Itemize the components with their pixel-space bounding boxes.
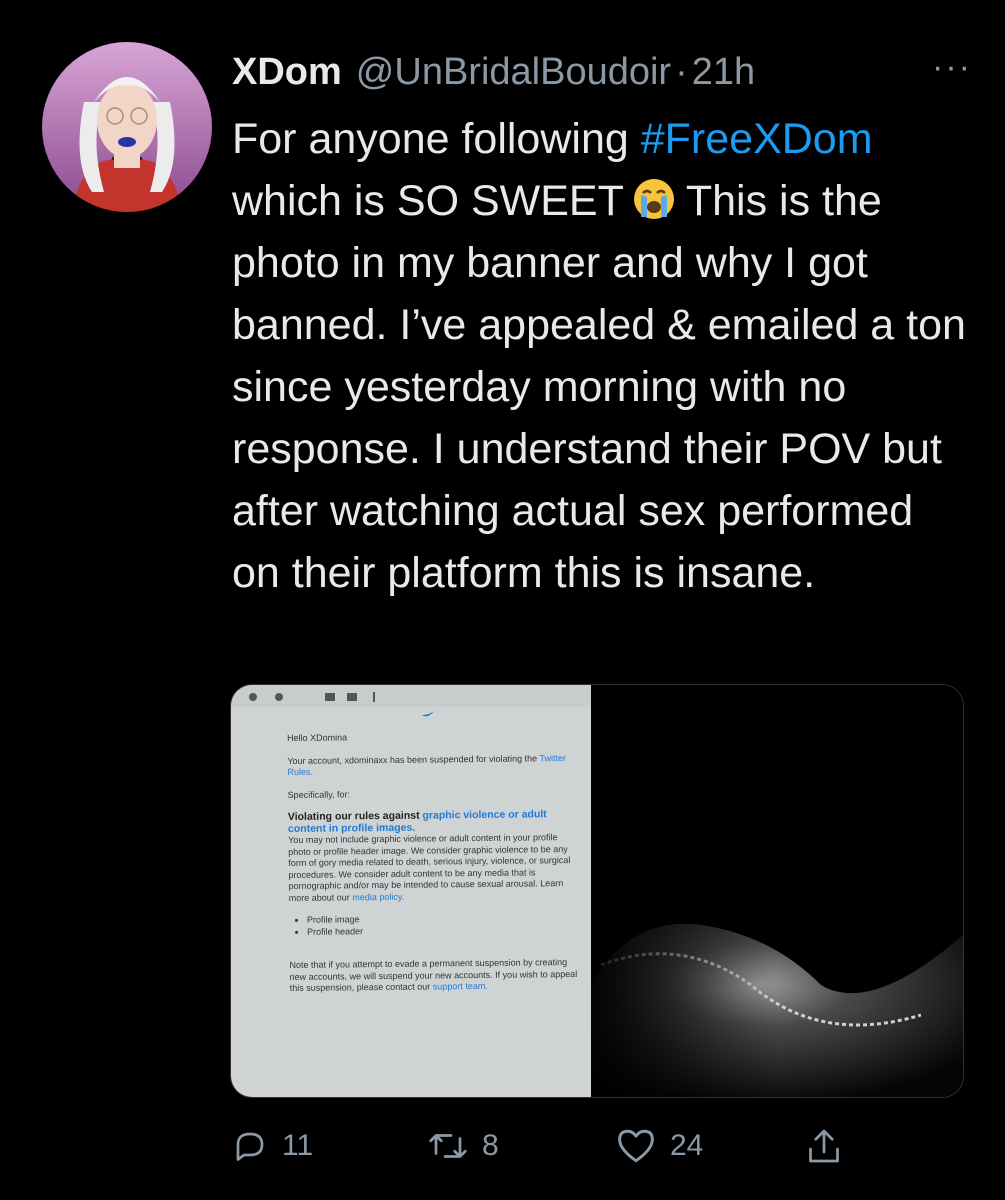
retweet-icon bbox=[429, 1134, 467, 1158]
support-link: support team. bbox=[432, 980, 488, 992]
meta-separator: · bbox=[675, 50, 688, 93]
hashtag-link[interactable]: #FreeXDom bbox=[641, 115, 873, 163]
more-options-icon[interactable]: ··· bbox=[932, 48, 972, 87]
like-count: 24 bbox=[670, 1129, 704, 1162]
toolbar-icons bbox=[249, 692, 375, 702]
tweet-timestamp[interactable]: 21h bbox=[692, 51, 755, 94]
email-line1: Your account, xdominaxx has been suspend… bbox=[287, 752, 538, 766]
reply-count: 11 bbox=[282, 1129, 314, 1162]
retweet-count: 8 bbox=[482, 1129, 499, 1162]
tweet-media[interactable]: Hello XDomina Your account, xdominaxx ha… bbox=[230, 684, 964, 1098]
twitter-bird-icon bbox=[422, 711, 434, 717]
tweet-text: For anyone following #FreeXDom which is … bbox=[232, 108, 972, 604]
banner-photo-image bbox=[591, 685, 963, 1097]
author-name[interactable]: XDom bbox=[232, 51, 342, 94]
suspension-email: Hello XDomina Your account, xdominaxx ha… bbox=[287, 730, 580, 1006]
tweet-text-part2: which is SO SWEET bbox=[232, 177, 624, 225]
banner-photo[interactable] bbox=[591, 685, 963, 1097]
retweet-button[interactable]: 8 bbox=[428, 1118, 499, 1174]
tweet-header: XDom @UnBridalBoudoir · 21h ··· bbox=[232, 46, 972, 98]
like-icon bbox=[618, 1129, 654, 1163]
tweet-actions: 11 8 24 bbox=[232, 1118, 852, 1174]
email-bullets: Profile image Profile header bbox=[307, 912, 579, 938]
reply-icon bbox=[236, 1132, 264, 1161]
share-icon bbox=[809, 1129, 839, 1163]
crying-face-emoji bbox=[633, 179, 674, 219]
media-policy-link: media policy. bbox=[352, 891, 405, 902]
tweet-text-part3: This is the photo in my banner and why I… bbox=[232, 177, 966, 597]
email-body: You may not include graphic violence or … bbox=[288, 832, 571, 903]
suspension-email-photo[interactable]: Hello XDomina Your account, xdominaxx ha… bbox=[231, 685, 591, 1097]
like-button[interactable]: 24 bbox=[616, 1118, 703, 1174]
share-button[interactable] bbox=[806, 1118, 842, 1174]
reply-button[interactable]: 11 bbox=[232, 1118, 313, 1174]
author-handle[interactable]: @UnBridalBoudoir bbox=[356, 51, 671, 94]
author-avatar[interactable] bbox=[42, 42, 212, 212]
email-specifically: Specifically, for: bbox=[287, 788, 351, 800]
email-greeting: Hello XDomina bbox=[287, 732, 348, 743]
bullet-profile-header: Profile header bbox=[307, 923, 579, 937]
tweet-text-part1: For anyone following bbox=[232, 115, 641, 163]
